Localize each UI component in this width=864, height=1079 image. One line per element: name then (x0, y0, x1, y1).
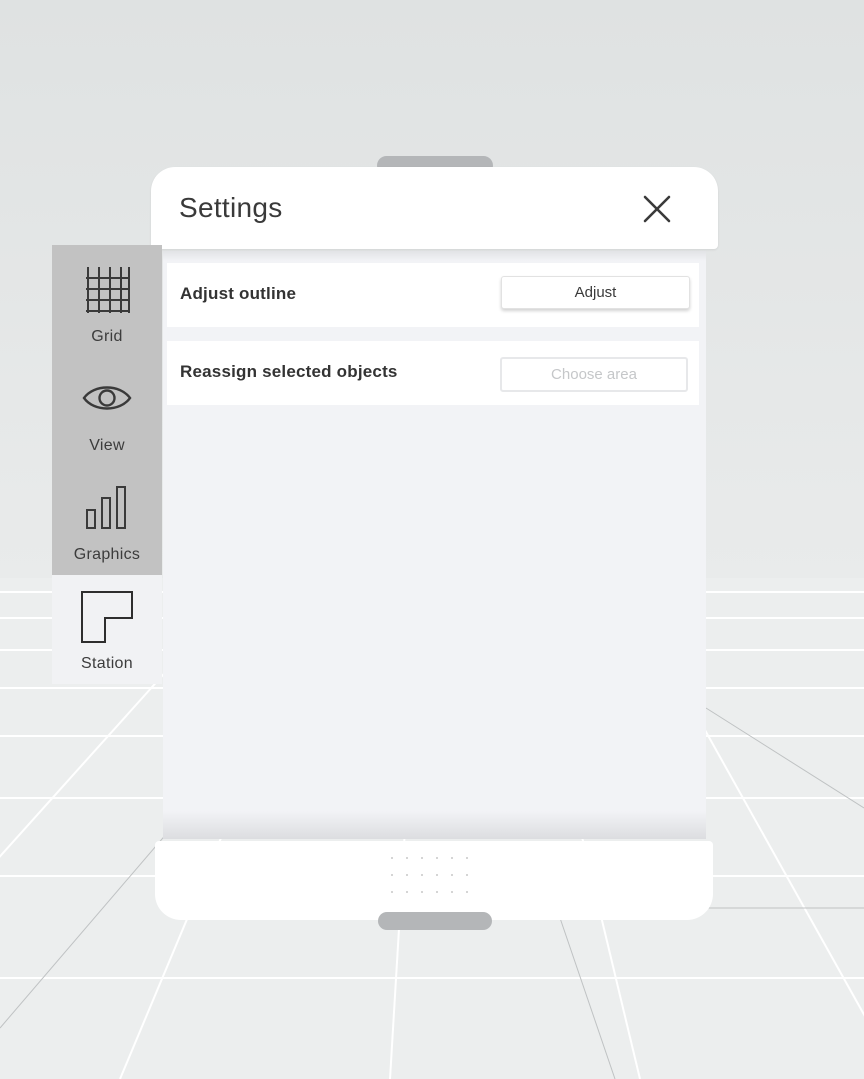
sidebar-tab-label: Grid (91, 328, 123, 345)
settings-footer (155, 841, 713, 920)
sidebar-tab-grid[interactable]: Grid (52, 248, 162, 357)
panel-bottom-handle[interactable] (378, 912, 492, 930)
grid-icon (86, 267, 130, 313)
sidebar-tab-view[interactable]: View (52, 357, 162, 466)
sidebar-tab-label: Graphics (73, 546, 141, 563)
settings-header: Settings (151, 167, 718, 249)
sidebar-tab-label: Station (81, 655, 133, 672)
choose-area-button[interactable]: Choose area (500, 357, 688, 392)
setting-label: Reassign selected objects (180, 362, 398, 381)
eye-icon (82, 386, 132, 410)
sidebar-tab-graphics[interactable]: Graphics (52, 466, 162, 575)
setting-row-adjust-outline: Adjust outline Adjust (167, 263, 699, 327)
drag-grip-icon[interactable] (391, 857, 481, 897)
sidebar-tab-station[interactable]: Station (52, 575, 162, 684)
setting-label: Adjust outline (180, 284, 297, 303)
page-title: Settings (179, 192, 283, 223)
close-icon (643, 195, 671, 223)
adjust-button[interactable]: Adjust (501, 276, 690, 309)
setting-row-reassign-objects: Reassign selected objects Choose area (167, 341, 699, 405)
settings-content: Adjust outline Adjust Reassign selected … (163, 251, 706, 839)
close-button[interactable] (637, 189, 677, 229)
sidebar-tab-label: View (89, 437, 125, 454)
bar-chart-icon (86, 486, 126, 529)
station-outline-icon (81, 591, 133, 643)
